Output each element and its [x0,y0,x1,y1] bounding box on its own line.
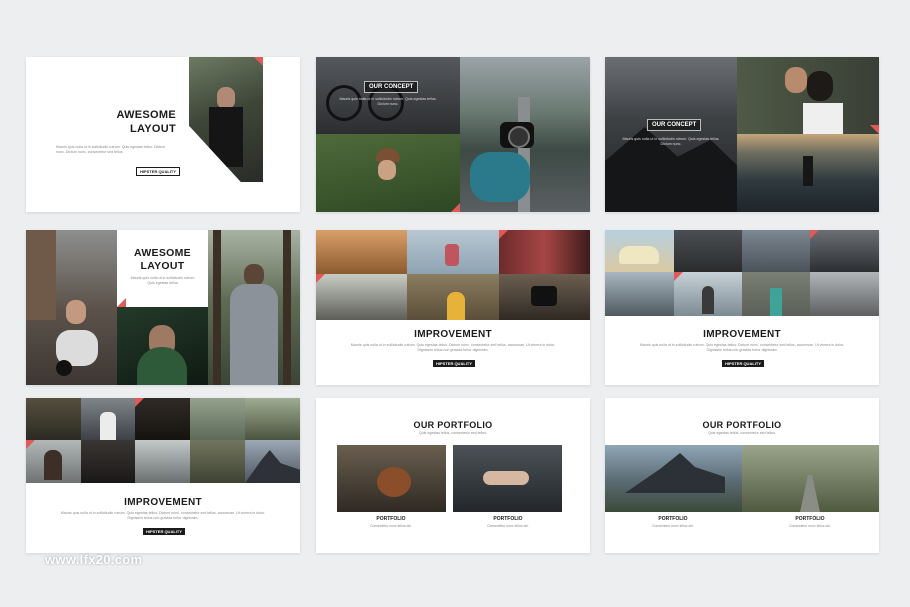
photo-forest-trees [26,398,81,440]
photo-hands-camera [499,274,590,320]
photo-man-leather-jacket [189,57,263,182]
photo-foggy-forest [810,230,879,272]
slide-title: IMPROVEMENT [124,497,202,508]
photo-forest-man-hoodie [208,230,300,385]
photo-canoe-lake [407,230,499,274]
slide-subtitle: Quis egestas tellus, consectetur sed tel… [707,431,777,435]
slide-title-line2: LAYOUT [140,260,185,272]
slide-our-concept-1[interactable]: OUR CONCEPT Mauris quis nulla ut in soll… [316,57,590,212]
slide-our-portfolio-2[interactable]: OUR PORTFOLIO Quis egestas tellus, conse… [605,398,879,553]
photo-hands-phone [742,230,810,272]
concept-body: Mauris quis nulla ut in sollicitudin rut… [339,97,437,106]
slide-awesome-layout-1[interactable]: AWESOME LAYOUT Mauris quis nulla ut in s… [26,57,300,212]
photo-house-door [742,272,810,316]
accent-triangle [810,230,819,239]
slide-body-text: Mauris quis nulla ut in sollicitudin rut… [639,343,845,352]
photo-forest-light [245,398,300,440]
slide-title: OUR PORTFOLIO [413,420,493,430]
concept-label: OUR CONCEPT [364,81,419,93]
photo-couple-dark [81,440,135,483]
photo-couple-kissing [737,57,879,134]
slide-body-text: Mauris quis nulla ut in sollicitudin rut… [130,276,196,285]
photo-man-hat-grass [316,134,460,212]
photo-forest-road-camera [460,57,590,212]
portfolio-item2-body: Consectetur nunc tellus dui. [487,524,529,528]
watermark-text: www.lfx20.com [45,552,143,567]
photo-forest-road [742,445,879,512]
slide-title-line2: LAYOUT [129,123,176,135]
hipster-quality-tag: HIPSTER QUALITY [722,360,765,367]
slide-improvement-1[interactable]: IMPROVEMENT Mauris quis nulla ut in soll… [316,230,590,385]
slide-improvement-2[interactable]: IMPROVEMENT Mauris quis nulla ut in soll… [605,230,879,385]
hipster-quality-tag: HIPSTER QUALITY [136,167,181,176]
portfolio-item2-title: PORTFOLIO [493,516,523,522]
slide-our-portfolio-1[interactable]: OUR PORTFOLIO Quis egestas tellus, conse… [316,398,590,553]
accent-triangle [316,274,325,283]
photo-bench-sea [135,440,190,483]
photo-man-white-shirt [81,398,135,440]
photo-street-market [499,230,590,274]
slide-title: IMPROVEMENT [414,329,492,340]
accent-triangle [254,57,263,66]
accent-triangle [674,272,683,281]
concept-body: Mauris quis nulla ut in sollicitudin rut… [622,137,720,146]
hipster-quality-tag: HIPSTER QUALITY [143,528,186,535]
portfolio-item1-body: Consectetur nunc tellus dui. [370,524,412,528]
photo-road-hand [605,272,674,316]
photo-city-street [810,272,879,316]
slide-our-concept-2[interactable]: OUR CONCEPT Mauris quis nulla ut in soll… [605,57,879,212]
photo-woman-scooter-city [26,230,117,385]
photo-vintage-car [605,230,674,272]
slide-body-text: Mauris quis nulla ut in sollicitudin rut… [350,343,556,352]
accent-triangle [451,203,460,212]
slide-body-text: Mauris quis nulla ut in sollicitudin rut… [56,145,166,154]
slide-awesome-layout-2[interactable]: AWESOME LAYOUT Mauris quis nulla ut in s… [26,230,300,385]
photo-bicycle [316,57,460,134]
accent-triangle [26,440,35,449]
portfolio-item2-body: Consectetur nunc tellus dui. [789,524,831,528]
photo-mountain-clouds [605,57,737,212]
slide-title-line1: AWESOME [134,247,191,259]
photo-yellow-jacket [407,274,499,320]
photo-guitar-player [337,445,446,512]
photo-mountain-peak [245,440,300,483]
accent-triangle [499,230,508,239]
slide-subtitle: Quis egestas tellus, consectetur sed tel… [418,431,488,435]
slide-body-text: Mauris quis nulla ut in sollicitudin rut… [60,511,266,520]
photo-rail-tracks [316,274,407,320]
concept-label: OUR CONCEPT [647,119,702,131]
accent-triangle [870,125,879,134]
slide-title-line1: AWESOME [116,109,176,121]
photo-man-sitting [674,230,742,272]
slide-title: IMPROVEMENT [703,329,781,340]
photo-camera-hands [190,440,245,483]
photo-woman-glasses-leaf [117,307,208,385]
slide-title: OUR PORTFOLIO [702,420,782,430]
accent-triangle [117,298,126,307]
accent-triangle [135,398,144,407]
photo-girl-beach [674,272,742,316]
photo-woman-lying [190,398,245,440]
photo-lake-person [737,134,879,212]
hipster-quality-tag: HIPSTER QUALITY [433,360,476,367]
portfolio-item2-title: PORTFOLIO [795,516,825,522]
slide-improvement-3[interactable]: IMPROVEMENT Mauris quis nulla ut in soll… [26,398,300,553]
photo-field-girl [316,230,407,274]
portfolio-item1-title: PORTFOLIO [376,516,406,522]
photo-woman-water [453,445,562,512]
photo-mountain-landscape [605,445,742,512]
portfolio-item1-title: PORTFOLIO [658,516,688,522]
portfolio-item1-body: Consectetur nunc tellus dui. [652,524,694,528]
